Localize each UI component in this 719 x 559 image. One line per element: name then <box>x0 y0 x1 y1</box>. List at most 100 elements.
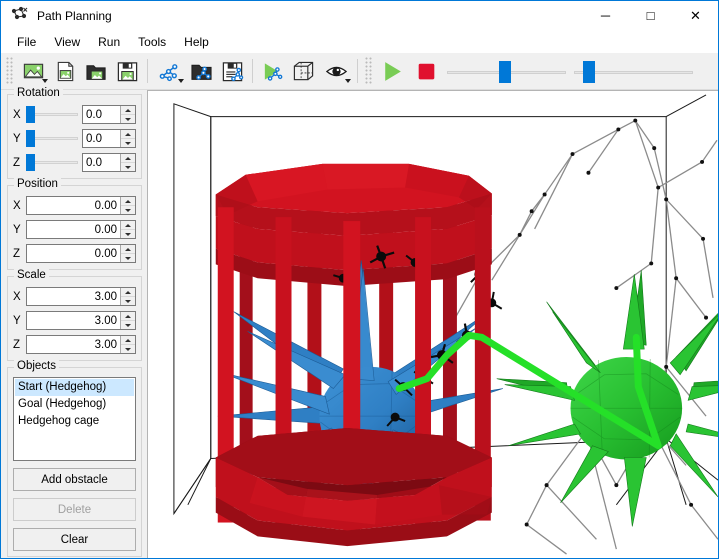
scale-y-value[interactable]: 3.00 <box>27 312 120 329</box>
spin-up-button[interactable] <box>121 288 135 296</box>
chevron-up-icon <box>125 314 131 318</box>
rotation-y-spinbox[interactable]: 0.0 <box>82 129 136 148</box>
spin-buttons <box>120 221 135 238</box>
chevron-up-icon <box>125 338 131 342</box>
new-graph-icon[interactable] <box>152 56 186 87</box>
rotation-x-spinbox[interactable]: 0.0 <box>82 105 136 124</box>
scale-z-spinbox[interactable]: 3.00 <box>26 335 136 354</box>
scale-z-value[interactable]: 3.00 <box>27 336 120 353</box>
toolbar <box>1 53 718 90</box>
toolbar-slider-1[interactable] <box>445 56 568 87</box>
bounding-box-icon[interactable] <box>288 56 319 87</box>
spin-up-button[interactable] <box>121 130 135 138</box>
chevron-down-icon <box>125 299 131 303</box>
scale-x-spinbox[interactable]: 3.00 <box>26 287 136 306</box>
visibility-icon[interactable] <box>319 56 353 87</box>
toolbar-grip-1[interactable] <box>6 57 13 85</box>
spin-buttons <box>120 197 135 214</box>
chevron-down-icon <box>125 208 131 212</box>
menu-item-file[interactable]: File <box>8 33 45 51</box>
slider-handle[interactable] <box>26 130 35 147</box>
spin-down-button[interactable] <box>121 344 135 353</box>
plan-graph-icon[interactable] <box>257 56 288 87</box>
maximize-button[interactable]: □ <box>628 1 673 30</box>
chevron-down-icon[interactable] <box>345 78 351 83</box>
toolbar-slider-2[interactable] <box>572 56 695 87</box>
position-z-value[interactable]: 0.00 <box>27 245 120 262</box>
spin-up-button[interactable] <box>121 106 135 114</box>
chevron-down-icon <box>125 165 131 169</box>
list-item[interactable]: Goal (Hedgehog) <box>15 396 134 413</box>
spin-up-button[interactable] <box>121 197 135 205</box>
rotation-row-z: Z 0.0 <box>13 152 136 173</box>
spin-up-button[interactable] <box>121 221 135 229</box>
slider-handle[interactable] <box>26 106 35 123</box>
close-button[interactable]: ✕ <box>673 1 718 30</box>
scale-row-z: Z 3.00 <box>13 334 136 355</box>
chevron-up-icon <box>125 223 131 227</box>
menu-item-help[interactable]: Help <box>175 33 218 51</box>
chevron-down-icon <box>125 256 131 260</box>
spin-down-button[interactable] <box>121 205 135 214</box>
rotation-x-slider[interactable] <box>26 105 78 124</box>
clear-button[interactable]: Clear <box>13 528 136 551</box>
3d-scene-viewport[interactable] <box>147 90 718 558</box>
application-window: Path Planning ─ □ ✕ File View Run Tools … <box>0 0 719 559</box>
spin-up-button[interactable] <box>121 312 135 320</box>
menu-bar: File View Run Tools Help <box>1 31 718 53</box>
window-title: Path Planning <box>37 9 112 23</box>
spin-down-button[interactable] <box>121 114 135 123</box>
spin-up-button[interactable] <box>121 336 135 344</box>
spin-buttons <box>120 245 135 262</box>
minimize-button[interactable]: ─ <box>583 1 628 30</box>
menu-item-tools[interactable]: Tools <box>129 33 175 51</box>
position-y-spinbox[interactable]: 0.00 <box>26 220 136 239</box>
spin-down-button[interactable] <box>121 162 135 171</box>
spin-up-button[interactable] <box>121 245 135 253</box>
chevron-down-icon[interactable] <box>178 78 184 83</box>
save-image-icon[interactable] <box>112 56 143 87</box>
spin-down-button[interactable] <box>121 229 135 238</box>
add-obstacle-button[interactable]: Add obstacle <box>13 468 136 491</box>
image-open-icon[interactable] <box>16 56 50 87</box>
stop-button[interactable] <box>409 56 443 87</box>
scale-group-title: Scale <box>14 269 49 281</box>
menu-item-run[interactable]: Run <box>89 33 129 51</box>
spin-down-button[interactable] <box>121 253 135 262</box>
position-z-spinbox[interactable]: 0.00 <box>26 244 136 263</box>
toolbar-separator-2 <box>252 59 253 83</box>
spin-down-button[interactable] <box>121 320 135 329</box>
rotation-z-spinbox[interactable]: 0.0 <box>82 153 136 172</box>
chevron-up-icon <box>125 156 131 160</box>
position-x-spinbox[interactable]: 0.00 <box>26 196 136 215</box>
spin-down-button[interactable] <box>121 138 135 147</box>
scale-group: Scale X 3.00 Y 3.00 Z 3.00 <box>7 269 142 361</box>
position-y-value[interactable]: 0.00 <box>27 221 120 238</box>
run-button[interactable] <box>375 56 409 87</box>
rotation-x-value[interactable]: 0.0 <box>83 106 120 123</box>
chevron-down-icon[interactable] <box>42 78 48 83</box>
toolbar-grip-2[interactable] <box>365 57 372 85</box>
window-controls: ─ □ ✕ <box>583 1 718 30</box>
slider-handle[interactable] <box>26 154 35 171</box>
slider-handle[interactable] <box>582 60 595 83</box>
save-graph-icon[interactable] <box>217 56 248 87</box>
spin-up-button[interactable] <box>121 154 135 162</box>
position-x-value[interactable]: 0.00 <box>27 197 120 214</box>
scale-x-value[interactable]: 3.00 <box>27 288 120 305</box>
slider-handle[interactable] <box>499 60 511 83</box>
open-image-folder-icon[interactable] <box>81 56 112 87</box>
rotation-y-value[interactable]: 0.0 <box>83 130 120 147</box>
spin-down-button[interactable] <box>121 296 135 305</box>
open-graph-folder-icon[interactable] <box>186 56 217 87</box>
list-item[interactable]: Hedgehog cage <box>15 413 134 430</box>
new-image-icon[interactable] <box>50 56 81 87</box>
position-y-label: Y <box>13 223 21 236</box>
menu-item-view[interactable]: View <box>45 33 89 51</box>
objects-list[interactable]: Start (Hedgehog) Goal (Hedgehog) Hedgeho… <box>13 377 136 461</box>
list-item[interactable]: Start (Hedgehog) <box>15 379 134 396</box>
scale-y-spinbox[interactable]: 3.00 <box>26 311 136 330</box>
rotation-y-slider[interactable] <box>26 129 78 148</box>
rotation-z-slider[interactable] <box>26 153 78 172</box>
rotation-z-value[interactable]: 0.0 <box>83 154 120 171</box>
